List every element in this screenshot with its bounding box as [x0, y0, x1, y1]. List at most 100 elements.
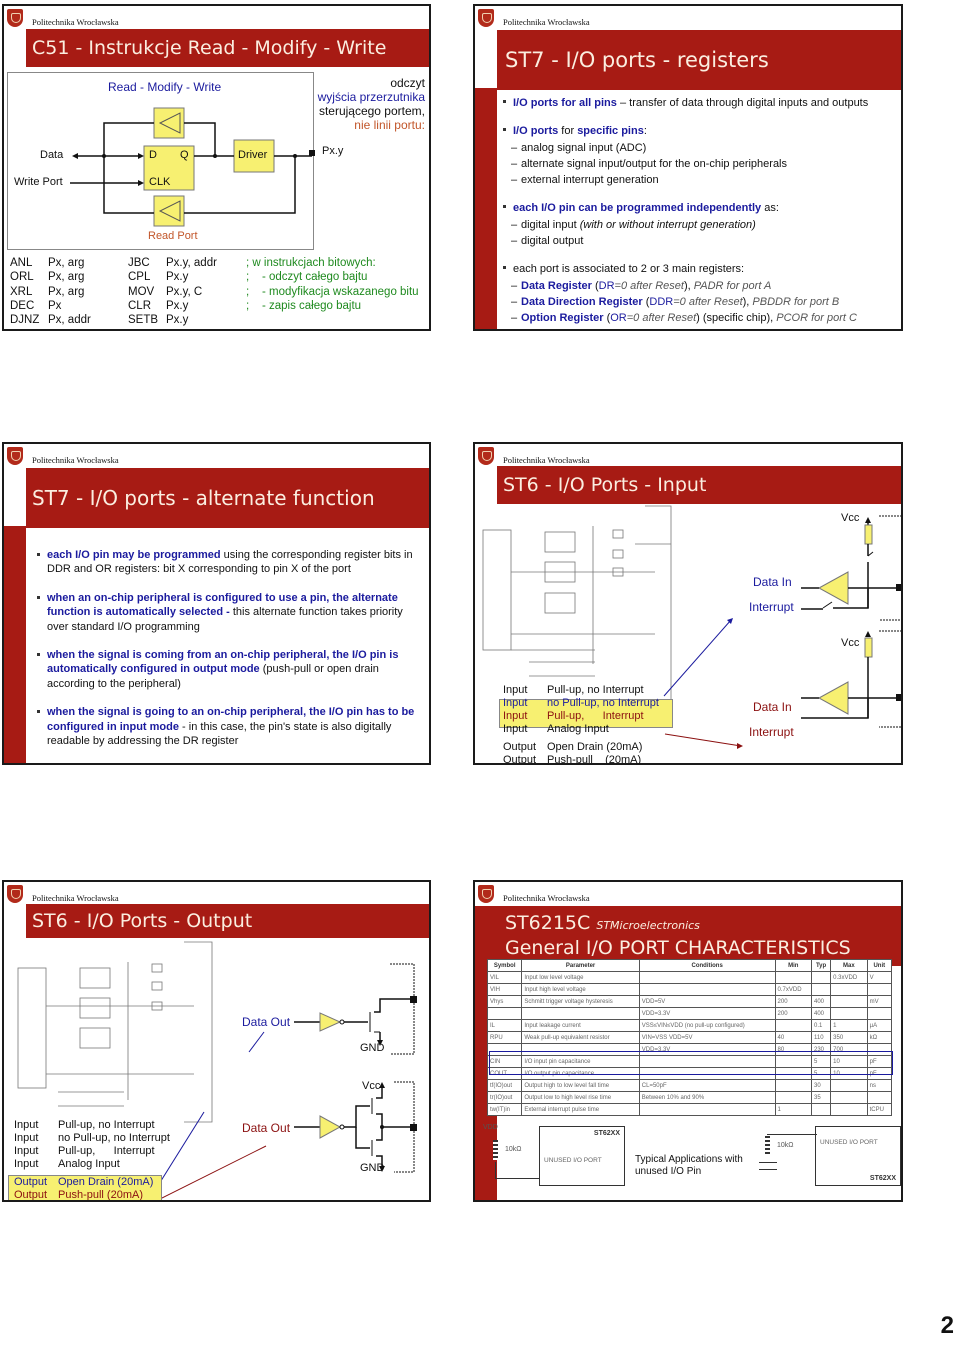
operand: Px, addr — [48, 314, 91, 327]
table-cell — [810, 971, 832, 984]
table-header: Symbol — [486, 959, 523, 972]
operand: Px.y, addr — [166, 257, 217, 269]
mode-row: Input Analog Input — [503, 723, 659, 736]
table-cell — [866, 1007, 893, 1020]
register-port: PADR for port A — [693, 279, 772, 292]
university-name: Politechnika Wrocławska — [32, 17, 119, 27]
table-header: Conditions — [638, 959, 776, 972]
note-line: nie linii portu: — [354, 118, 425, 132]
sub-item: alternate signal input/output for the on… — [503, 156, 897, 173]
table-header: Max — [830, 959, 868, 972]
mode-type: Output — [503, 741, 537, 753]
mode-list: Input Pull-up, no Interrupt Input no Pull-u… — [14, 1119, 170, 1200]
mode-desc: no Pull-up, no Interrupt — [547, 697, 659, 709]
register-name: Data Register — [521, 279, 592, 292]
mode-row: Input Pull-up, no Interrupt — [503, 684, 659, 697]
university-logo-icon — [7, 447, 23, 465]
table-cell: kΩ — [866, 1031, 893, 1044]
rmw-diagram: Read - Modify - Write Data Write Port D … — [7, 72, 314, 250]
table-cell: 400 — [810, 995, 832, 1008]
gnd-label: GND — [360, 1162, 385, 1174]
table-cell: VSS≤VIN≤VDD (no pull-up configured) — [638, 1019, 776, 1032]
data-in-label: Data In — [753, 700, 792, 714]
register-item: Data Register (DR=0 after Reset), PADR f… — [503, 278, 897, 295]
mode-type: Input — [14, 1132, 39, 1144]
table-cell: External interrupt pulse time — [521, 1103, 640, 1116]
port-block-diagram — [17, 941, 213, 1123]
table-cell: µA — [866, 1019, 893, 1032]
table-cell: 1 — [830, 1019, 868, 1032]
bullet-text: : — [643, 125, 647, 138]
mode-type: Input — [503, 697, 528, 709]
mode-row: Output Open Drain (20mA) — [503, 741, 659, 754]
slide-st6-output: Politechnika Wrocławska ST6 - I/O Ports … — [2, 880, 431, 1202]
instruction-comment: ; w instrukcjach bitowych: — [246, 257, 376, 269]
university-logo-icon — [478, 885, 494, 903]
table-cell: VIL — [486, 971, 523, 984]
table-cell — [638, 983, 776, 996]
sub-item: analog signal input (ADC) — [503, 140, 897, 157]
mode-row: Input no Pull-up, no Interrupt — [503, 697, 659, 710]
table-cell: 350 — [830, 1031, 868, 1044]
operand: Px — [48, 299, 62, 312]
table-cell — [830, 995, 868, 1008]
paren: ), — [742, 295, 753, 308]
table-cell: VDD=3.3V — [638, 1007, 776, 1020]
note-line: wyjścia przerzutnika — [317, 90, 425, 104]
paren: ( — [591, 279, 599, 292]
slide-st6-input: Politechnika Wrocławska ST6 - I/O Ports … — [473, 442, 903, 765]
mode-type: Input — [503, 723, 528, 735]
table-cell — [774, 1079, 813, 1092]
table-cell — [866, 983, 893, 996]
register-port: PBDDR for port B — [752, 295, 840, 308]
data-out-label: Data Out — [242, 1121, 291, 1135]
bullet-bold: specific pins — [577, 125, 644, 138]
register-name: Option Register — [521, 312, 604, 325]
instruction-row: CLR Px.y — [128, 299, 248, 313]
table-cell: Input low level voltage — [521, 971, 640, 984]
table-cell: 200 — [774, 1007, 813, 1020]
vcc-label: Vcc — [362, 1080, 381, 1092]
table-row: tr(IO)out Output low to high level rise t… — [486, 1091, 893, 1104]
mode-row: Input Pull-up, Interrupt — [14, 1145, 170, 1158]
mode-row: Output Open Drain (20mA) — [14, 1176, 170, 1189]
table-row: VDD=3.3V 200 400 — [486, 1007, 893, 1020]
operand: Px.y — [166, 314, 189, 327]
slide-c51-read-modify-write: Politechnika Wrocławska C51 - Instrukcje… — [2, 4, 431, 331]
instruction-comment: ; - modyfikacja wskazanego bitu — [246, 285, 419, 298]
table-cell: Schmitt trigger voltage hysteresis — [521, 995, 640, 1008]
mode-type: Input — [14, 1158, 39, 1170]
register-abbr: DR — [598, 279, 615, 292]
table-cell — [866, 1091, 893, 1104]
resistor-label: 10kΩ — [505, 1146, 522, 1153]
mode-desc: Pull-up, Interrupt — [58, 1145, 155, 1157]
vcc-label: Vcc — [841, 512, 860, 524]
table-cell: Vhys — [486, 995, 523, 1008]
characteristics-table: Symbol Parameter Conditions Min Typ Max Unit V… — [486, 959, 893, 1116]
sub-item-italic: (with or without interrupt generation) — [579, 218, 756, 231]
mode-desc: Open Drain (20mA) — [58, 1176, 154, 1188]
instruction-row: DEC Px — [10, 299, 130, 313]
open-drain-circuit — [294, 963, 417, 1055]
table-header: Typ — [810, 959, 832, 972]
mode-desc: Push-pull (20mA) — [547, 754, 642, 765]
mode-type: Input — [503, 710, 528, 722]
table-cell: tr(IO)out — [486, 1091, 523, 1104]
table-cell: ns — [866, 1079, 893, 1092]
rpu-highlight — [489, 1051, 893, 1075]
mode-desc: Open Drain (20mA) — [547, 741, 643, 753]
table-cell: 35 — [810, 1091, 832, 1104]
table-cell: tw(IT)in — [486, 1103, 523, 1116]
bullet-bold: each I/O pin may be programmed — [47, 549, 221, 561]
instruction-comment: ; - odczyt całego bajtu — [246, 271, 368, 284]
mode-row: Input Pull-up, Interrupt — [503, 710, 659, 723]
table-cell: 0.3xVDD — [830, 971, 868, 984]
university-logo-icon — [478, 9, 494, 27]
register-reset: =0 after Reset — [626, 312, 697, 325]
table-cell: Output low to high level rise time — [521, 1091, 640, 1104]
table-cell: Input leakage current — [521, 1019, 640, 1032]
table-cell: VIN=VSS VDD=5V — [638, 1031, 776, 1044]
input-circuit-1 — [801, 515, 901, 621]
table-row: tw(IT)in External interrupt pulse time 1 tC… — [486, 1103, 893, 1116]
instruction-row: XRL Px, arg — [10, 285, 130, 299]
